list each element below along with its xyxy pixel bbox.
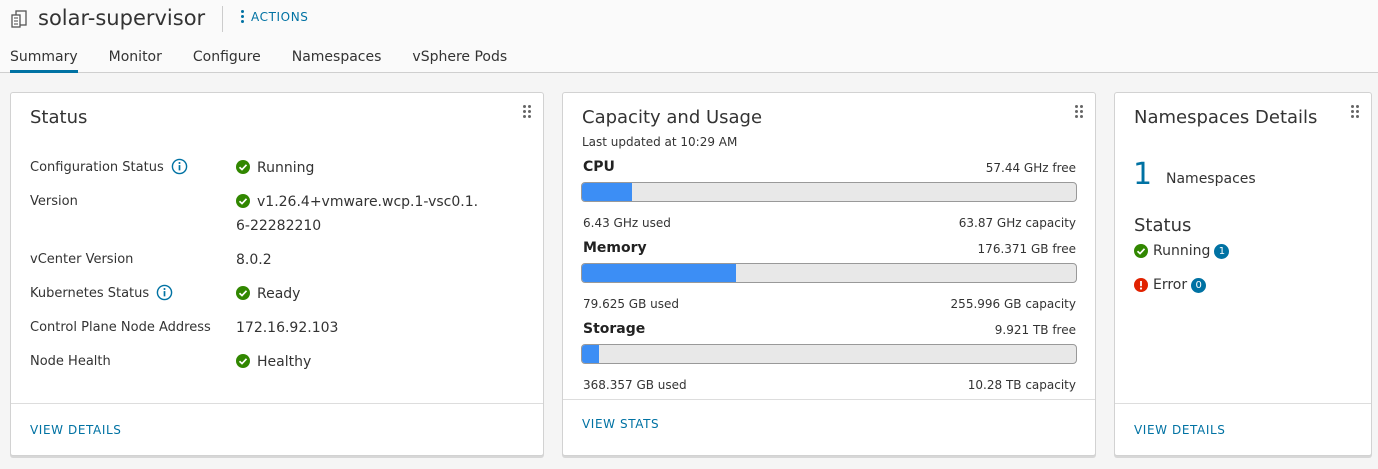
memory-free: 176.371 GB free [977, 242, 1076, 256]
capacity-card-title: Capacity and Usage [582, 107, 763, 128]
capacity-card: Capacity and Usage Last updated at 10:29… [562, 92, 1096, 456]
kubernetes-status-label-text: Kubernetes Status [30, 286, 150, 301]
actions-menu-button[interactable]: ACTIONS [240, 10, 309, 24]
node-health-label: Node Health [30, 354, 111, 369]
header-divider [222, 6, 223, 32]
supervisor-cluster-icon [11, 10, 27, 28]
cpu-usage-bar [581, 182, 1077, 202]
status-card: Status Configuration Status Running Vers… [10, 92, 544, 456]
configuration-status-label-text: Configuration Status [30, 160, 164, 175]
cpu-capacity: 63.87 GHz capacity [958, 216, 1076, 230]
memory-label: Memory [583, 240, 647, 256]
namespace-status-heading: Status [1134, 215, 1192, 236]
tab-summary[interactable]: Summary [10, 46, 78, 73]
status-card-title: Status [30, 107, 88, 128]
view-stats-link[interactable]: VIEW STATS [582, 417, 659, 431]
node-health-value: Healthy [236, 350, 486, 374]
cpu-usage-fill [582, 183, 632, 201]
cpu-used: 6.43 GHz used [583, 216, 671, 230]
page-title: solar-supervisor [38, 6, 206, 30]
storage-free: 9.921 TB free [994, 323, 1076, 337]
running-count-badge: 1 [1214, 243, 1230, 259]
storage-capacity: 10.28 TB capacity [967, 378, 1076, 392]
capacity-card-footer: VIEW STATS [563, 399, 1095, 455]
node-health-text: Healthy [257, 354, 312, 370]
memory-capacity: 255.996 GB capacity [950, 297, 1076, 311]
storage-used: 368.357 GB used [583, 378, 687, 392]
status-card-footer: VIEW DETAILS [11, 403, 543, 455]
version-text: v1.26.4+vmware.wcp.1-vsc0.1.6-22282210 [236, 194, 479, 234]
memory-used: 79.625 GB used [583, 297, 680, 311]
last-updated-text: Last updated at 10:29 AM [582, 135, 738, 149]
check-circle-icon [1134, 244, 1148, 258]
info-icon[interactable] [171, 158, 188, 175]
tab-namespaces[interactable]: Namespaces [292, 46, 382, 73]
info-icon[interactable] [156, 284, 173, 301]
tab-configure[interactable]: Configure [193, 46, 261, 73]
check-circle-icon [236, 193, 250, 208]
vcenter-version-value: 8.0.2 [236, 252, 272, 268]
control-plane-address-label: Control Plane Node Address [30, 320, 211, 335]
drag-handle-icon[interactable] [523, 105, 533, 119]
configuration-status-value: Running [236, 156, 486, 180]
kubernetes-status-text: Ready [257, 286, 301, 302]
drag-handle-icon[interactable] [1075, 105, 1085, 119]
tab-bar: Summary Monitor Configure Namespaces vSp… [0, 46, 528, 73]
namespace-count-link[interactable]: 1 [1133, 157, 1152, 192]
namespaces-card-footer: VIEW DETAILS [1115, 403, 1371, 455]
page-header: solar-supervisor ACTIONS Summary Monitor… [0, 0, 1378, 73]
error-label: Error [1153, 277, 1188, 293]
vcenter-version-label: vCenter Version [30, 252, 134, 267]
namespace-count-label: Namespaces [1166, 171, 1256, 187]
namespace-error-row[interactable]: Error 0 [1134, 277, 1207, 293]
error-count-badge: 0 [1191, 277, 1207, 293]
cpu-free: 57.44 GHz free [985, 161, 1076, 175]
storage-usage-bar [581, 344, 1077, 364]
configuration-status-text: Running [257, 160, 315, 176]
namespace-running-row[interactable]: Running 1 [1134, 243, 1230, 259]
tab-monitor[interactable]: Monitor [109, 46, 162, 73]
tab-vsphere-pods[interactable]: vSphere Pods [412, 46, 507, 73]
storage-usage-fill [582, 345, 600, 363]
version-value: v1.26.4+vmware.wcp.1-vsc0.1.6-22282210 [236, 190, 481, 238]
namespaces-card-title: Namespaces Details [1134, 107, 1318, 128]
drag-handle-icon[interactable] [1351, 105, 1361, 119]
error-circle-icon [1134, 278, 1148, 292]
check-circle-icon [236, 353, 250, 368]
view-details-link[interactable]: VIEW DETAILS [1134, 423, 1225, 437]
kubernetes-status-value: Ready [236, 282, 486, 306]
view-details-link[interactable]: VIEW DETAILS [30, 423, 121, 437]
check-circle-icon [236, 159, 250, 174]
configuration-status-label: Configuration Status [30, 158, 188, 175]
vertical-ellipsis-icon [240, 10, 244, 24]
kubernetes-status-label: Kubernetes Status [30, 284, 173, 301]
cpu-label: CPU [583, 159, 615, 175]
storage-label: Storage [583, 321, 646, 337]
memory-usage-bar [581, 263, 1077, 283]
memory-usage-fill [582, 264, 736, 282]
control-plane-address-value: 172.16.92.103 [236, 320, 339, 336]
check-circle-icon [236, 285, 250, 300]
running-label: Running [1153, 243, 1211, 259]
version-label: Version [30, 194, 78, 209]
actions-label: ACTIONS [251, 10, 309, 24]
namespaces-card: Namespaces Details 1 Namespaces Status R… [1114, 92, 1372, 456]
